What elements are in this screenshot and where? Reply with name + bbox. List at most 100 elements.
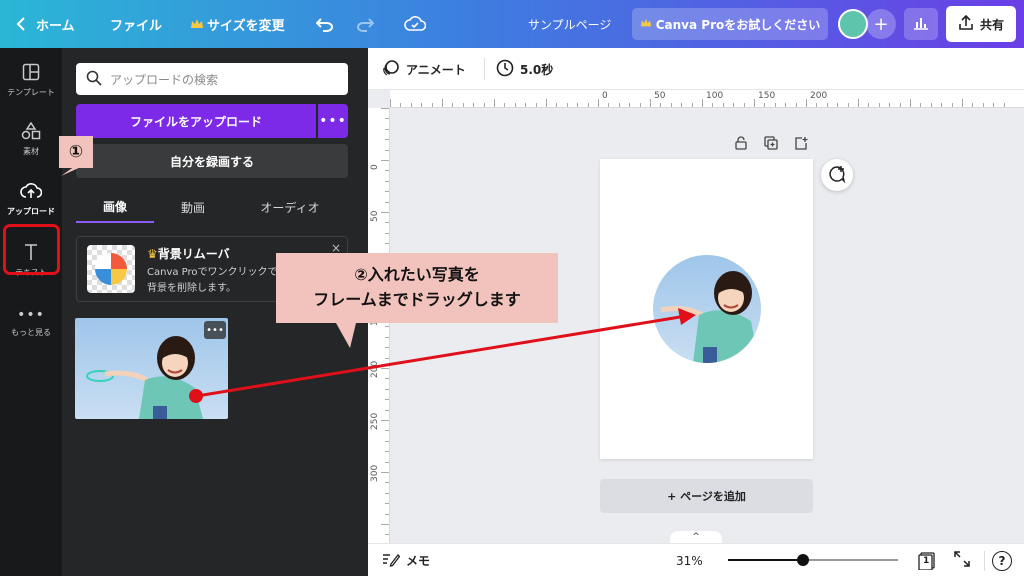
uploads-highlight-box (3, 224, 60, 275)
ruler-tick (385, 388, 389, 390)
plus-icon: + (873, 13, 889, 35)
design-page[interactable] (600, 159, 813, 459)
page-count-button[interactable]: 1 (918, 544, 936, 576)
ruler-tick (691, 103, 693, 107)
ruler-label: 250 (370, 412, 380, 430)
circle-frame[interactable] (653, 255, 761, 363)
ruler-label: 100 (706, 91, 724, 101)
horizontal-ruler: 0 50 100 150 200 (390, 90, 1024, 108)
ruler-tick (962, 99, 963, 107)
ruler-tick (764, 103, 766, 107)
animate-button[interactable]: アニメート (382, 48, 466, 90)
share-button[interactable]: 共有 (946, 6, 1016, 42)
ruler-tick (385, 201, 389, 203)
nav-item-more[interactable]: ••• もっと見る (0, 294, 62, 350)
ruler-tick (421, 103, 423, 107)
add-comment-button[interactable] (821, 159, 853, 191)
animate-label: アニメート (406, 62, 466, 77)
zoom-slider-knob[interactable] (797, 554, 809, 566)
ruler-tick (385, 118, 389, 120)
avatar[interactable] (838, 9, 868, 39)
thumbnail-more-button[interactable]: ••• (204, 321, 226, 339)
step2-callout: ②入れたい写真を フレームまでドラッグします (276, 253, 558, 323)
ruler-tick (381, 472, 389, 473)
ruler-tick (442, 99, 443, 107)
crown-icon: ♛ (147, 247, 158, 261)
resize-button[interactable]: サイズを変更 (190, 0, 285, 48)
template-icon (22, 63, 40, 83)
document-title[interactable]: サンプルページ (528, 0, 611, 48)
redo-button[interactable] (356, 0, 374, 48)
cloud-save-button[interactable] (404, 0, 426, 48)
duplicate-page-icon[interactable] (762, 134, 780, 152)
share-label: 共有 (979, 17, 1004, 32)
ruler-tick (816, 103, 818, 107)
ruler-label: 50 (654, 91, 666, 101)
ruler-tick (381, 108, 389, 109)
insights-button[interactable] (904, 8, 938, 40)
add-page-button[interactable]: + ページを追加 (600, 479, 813, 513)
tab-images[interactable]: 画像 (76, 191, 154, 223)
expand-icon (954, 551, 970, 570)
ruler-label: 200 (810, 91, 828, 101)
notes-button[interactable]: メモ (382, 544, 430, 576)
editor-toolbar: アニメート 5.0秒 (368, 48, 1024, 90)
step1-callout: ① (59, 136, 93, 168)
upload-more-button[interactable]: ••• (318, 104, 348, 138)
ruler-tick (858, 99, 859, 107)
undo-button[interactable] (316, 0, 334, 48)
nav-item-templates[interactable]: テンプレート (0, 52, 62, 108)
add-collaborator-button[interactable]: + (866, 9, 896, 39)
try-pro-label: Canva Proをお試しください (655, 17, 821, 32)
file-menu[interactable]: ファイル (110, 0, 162, 48)
elements-icon (21, 121, 41, 142)
nav-label: テンプレート (7, 87, 55, 97)
ruler-tick (400, 103, 402, 107)
left-navigation: テンプレート 素材 アップロード テキスト ••• もっと見る (0, 48, 62, 576)
home-button[interactable]: ホーム (16, 0, 75, 48)
ruler-tick (385, 191, 389, 193)
tab-audio[interactable]: オーディオ (248, 191, 332, 223)
zoom-percentage[interactable]: 31% (676, 544, 703, 576)
search-input[interactable]: アップロードの検索 (76, 63, 348, 95)
duration-label: 5.0秒 (520, 62, 554, 77)
lock-icon[interactable] (732, 134, 750, 152)
nav-label: 素材 (23, 146, 39, 156)
duration-button[interactable]: 5.0秒 (496, 48, 553, 90)
tab-videos[interactable]: 動画 (162, 191, 224, 223)
bar-chart-icon (913, 16, 929, 33)
animate-icon (382, 59, 400, 80)
comment-plus-icon (828, 165, 846, 186)
ruler-tick (847, 103, 849, 107)
more-dots-icon: ••• (17, 306, 45, 323)
upload-file-button[interactable]: ファイルをアップロード (76, 104, 316, 138)
ruler-tick (556, 103, 558, 107)
ruler-tick (712, 103, 714, 107)
help-button[interactable]: ? (992, 544, 1012, 576)
zoom-slider[interactable] (728, 554, 898, 566)
try-pro-button[interactable]: Canva Proをお試しください (632, 8, 828, 40)
add-page-icon[interactable] (792, 134, 810, 152)
ruler-tick (681, 103, 683, 107)
ruler-tick (385, 336, 389, 338)
ruler-label: 150 (758, 91, 776, 101)
ruler-tick (385, 492, 389, 494)
ruler-tick (381, 420, 389, 421)
ruler-tick (385, 149, 389, 151)
bottom-bar: メモ 31% 1 ? (368, 543, 1024, 576)
vertical-ruler: 050100150200250300 (368, 108, 390, 543)
beach-ball-thumbnail (87, 245, 135, 293)
nav-item-elements[interactable]: 素材 (0, 111, 62, 167)
promo-title: ♛背景リムーバ (147, 245, 230, 262)
ruler-tick (385, 399, 389, 401)
nav-item-uploads[interactable]: アップロード (0, 171, 62, 227)
fullscreen-button[interactable] (954, 544, 970, 576)
ruler-tick (899, 103, 901, 107)
ruler-tick (431, 103, 433, 107)
record-yourself-button[interactable]: 自分を録画する (76, 144, 348, 178)
ruler-tick (670, 103, 672, 107)
collapse-pages-button[interactable]: ^ (670, 531, 722, 543)
ruler-tick (993, 103, 995, 107)
beach-ball-icon (95, 253, 127, 285)
ruler-tick (473, 103, 475, 107)
